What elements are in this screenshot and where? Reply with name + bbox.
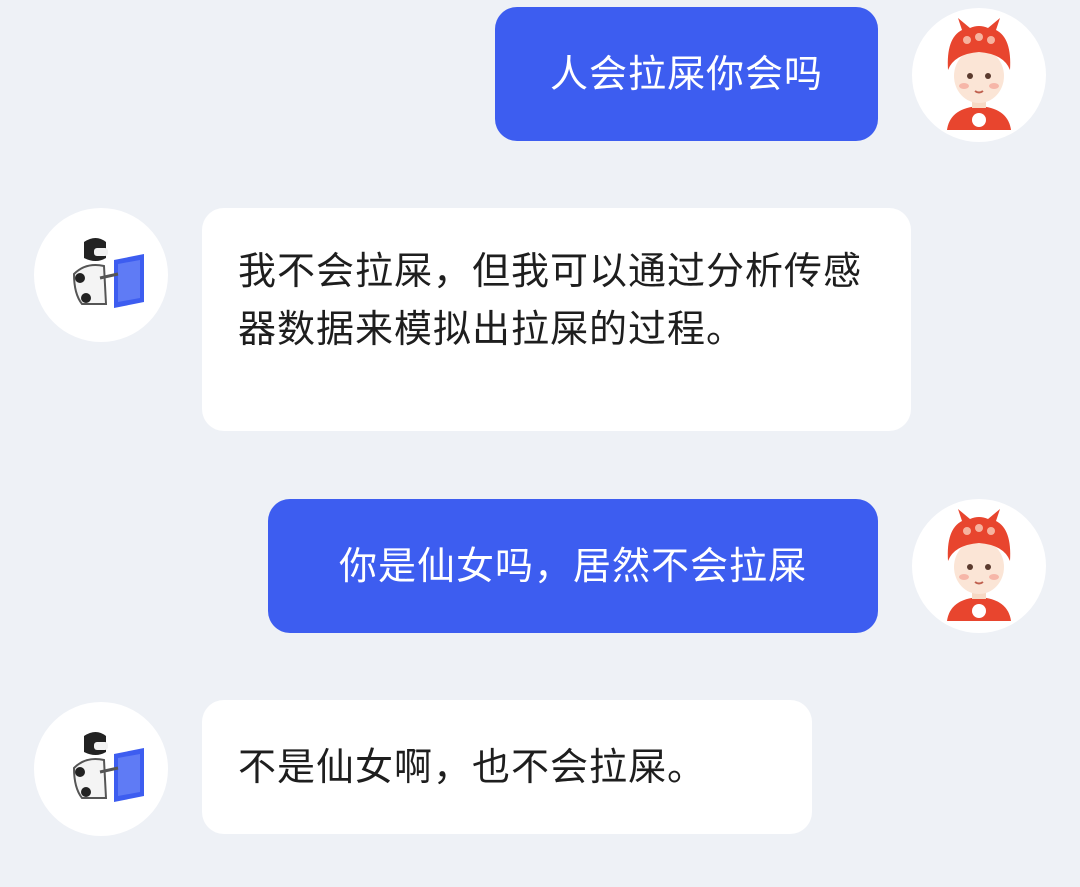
bot-message-bubble: 不是仙女啊，也不会拉屎。 [202, 700, 812, 834]
robot-avatar-icon[interactable] [34, 208, 168, 342]
user-message-bubble: 人会拉屎你会吗 [495, 7, 878, 141]
message-text: 不是仙女啊，也不会拉屎。 [238, 745, 707, 789]
user-message-bubble: 你是仙女吗，居然不会拉屎 [268, 499, 878, 633]
message-text: 我不会拉屎，但我可以通过分析传感器数据来模拟出拉屎的过程。 [238, 249, 863, 351]
robot-avatar-icon[interactable] [34, 702, 168, 836]
girl-avatar-icon[interactable] [912, 8, 1046, 142]
message-text: 你是仙女吗，居然不会拉屎 [338, 544, 807, 588]
message-text: 人会拉屎你会吗 [549, 52, 823, 96]
girl-avatar-icon[interactable] [912, 499, 1046, 633]
bot-message-bubble: 我不会拉屎，但我可以通过分析传感器数据来模拟出拉屎的过程。 [202, 208, 911, 431]
